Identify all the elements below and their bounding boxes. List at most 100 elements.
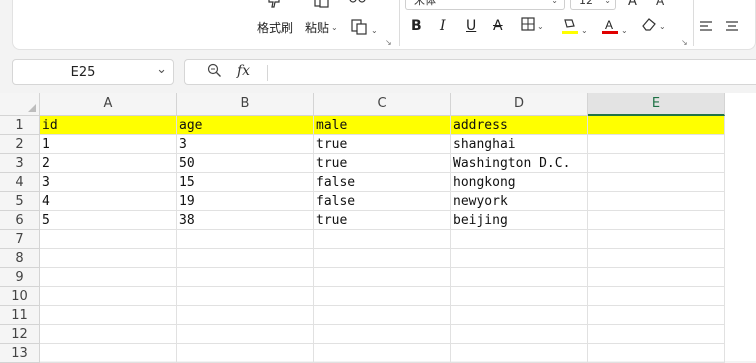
cell-a7[interactable] bbox=[40, 230, 177, 249]
column-header-e[interactable]: E bbox=[588, 93, 725, 116]
cell-e2[interactable] bbox=[588, 135, 725, 154]
column-header-b[interactable]: B bbox=[177, 93, 314, 116]
cell-e4[interactable] bbox=[588, 173, 725, 192]
column-header-d[interactable]: D bbox=[451, 93, 588, 116]
cell-a13[interactable] bbox=[40, 344, 177, 363]
align-left-icon[interactable] bbox=[699, 20, 713, 35]
align-center-icon[interactable] bbox=[725, 20, 739, 35]
cell-a5[interactable]: 4 bbox=[40, 192, 177, 211]
insert-function-icon[interactable]: fx bbox=[237, 63, 250, 79]
row-header-9[interactable]: 9 bbox=[0, 268, 40, 287]
cell-c3[interactable]: true bbox=[314, 154, 451, 173]
cell-c10[interactable] bbox=[314, 287, 451, 306]
cell-c6[interactable]: true bbox=[314, 211, 451, 230]
fill-color-button[interactable]: ⌄ bbox=[561, 17, 588, 40]
dialog-launcher-icon[interactable]: ↘ bbox=[681, 38, 688, 47]
strikethrough-button[interactable]: A bbox=[493, 17, 503, 35]
copy-button[interactable]: ⌄ bbox=[351, 19, 378, 38]
cell-c1[interactable]: male bbox=[314, 116, 451, 135]
cell-e3[interactable] bbox=[588, 154, 725, 173]
cell-a11[interactable] bbox=[40, 306, 177, 325]
cell-d3[interactable]: Washington D.C. bbox=[451, 154, 588, 173]
cell-d4[interactable]: hongkong bbox=[451, 173, 588, 192]
cell-e11[interactable] bbox=[588, 306, 725, 325]
cell-b2[interactable]: 3 bbox=[177, 135, 314, 154]
cell-e10[interactable] bbox=[588, 287, 725, 306]
row-header-4[interactable]: 4 bbox=[0, 173, 40, 192]
dialog-launcher-icon[interactable]: ↘ bbox=[385, 38, 392, 47]
row-header-8[interactable]: 8 bbox=[0, 249, 40, 268]
cell-c2[interactable]: true bbox=[314, 135, 451, 154]
cell-d6[interactable]: beijing bbox=[451, 211, 588, 230]
borders-button[interactable]: ⌄ bbox=[521, 17, 544, 36]
cut-icon[interactable] bbox=[349, 0, 367, 8]
cell-d8[interactable] bbox=[451, 249, 588, 268]
cell-e8[interactable] bbox=[588, 249, 725, 268]
cell-e12[interactable] bbox=[588, 325, 725, 344]
row-header-13[interactable]: 13 bbox=[0, 344, 40, 363]
font-color-button[interactable]: A ⌄ bbox=[601, 17, 628, 40]
cell-a1[interactable]: id bbox=[40, 116, 177, 135]
cell-e6[interactable] bbox=[588, 211, 725, 230]
row-header-11[interactable]: 11 bbox=[0, 306, 40, 325]
underline-button[interactable]: U bbox=[466, 17, 476, 35]
cell-c8[interactable] bbox=[314, 249, 451, 268]
cell-c7[interactable] bbox=[314, 230, 451, 249]
cell-b4[interactable]: 15 bbox=[177, 173, 314, 192]
cell-e1[interactable] bbox=[588, 116, 725, 135]
cell-b1[interactable]: age bbox=[177, 116, 314, 135]
cell-c13[interactable] bbox=[314, 344, 451, 363]
cell-a10[interactable] bbox=[40, 287, 177, 306]
paste-icon[interactable] bbox=[312, 0, 332, 11]
row-header-2[interactable]: 2 bbox=[0, 135, 40, 154]
column-header-a[interactable]: A bbox=[40, 93, 177, 116]
cell-c11[interactable] bbox=[314, 306, 451, 325]
cell-a6[interactable]: 5 bbox=[40, 211, 177, 230]
cell-a2[interactable]: 1 bbox=[40, 135, 177, 154]
cell-b11[interactable] bbox=[177, 306, 314, 325]
cell-b8[interactable] bbox=[177, 249, 314, 268]
cell-c4[interactable]: false bbox=[314, 173, 451, 192]
cell-e5[interactable] bbox=[588, 192, 725, 211]
chevron-down-icon[interactable]: ⌄ bbox=[156, 62, 167, 77]
italic-button[interactable]: I bbox=[440, 17, 446, 35]
cell-b9[interactable] bbox=[177, 268, 314, 287]
cell-d5[interactable]: newyork bbox=[451, 192, 588, 211]
row-header-1[interactable]: 1 bbox=[0, 116, 40, 135]
cell-c12[interactable] bbox=[314, 325, 451, 344]
cell-a9[interactable] bbox=[40, 268, 177, 287]
cell-b13[interactable] bbox=[177, 344, 314, 363]
cell-a4[interactable]: 3 bbox=[40, 173, 177, 192]
row-header-5[interactable]: 5 bbox=[0, 192, 40, 211]
cell-d7[interactable] bbox=[451, 230, 588, 249]
row-header-6[interactable]: 6 bbox=[0, 211, 40, 230]
cell-b6[interactable]: 38 bbox=[177, 211, 314, 230]
cell-d1[interactable]: address bbox=[451, 116, 588, 135]
row-header-10[interactable]: 10 bbox=[0, 287, 40, 306]
grow-font-button[interactable]: A bbox=[628, 0, 637, 8]
cell-b7[interactable] bbox=[177, 230, 314, 249]
cell-d2[interactable]: shanghai bbox=[451, 135, 588, 154]
name-box[interactable]: E25 ⌄ bbox=[12, 59, 174, 85]
cell-c9[interactable] bbox=[314, 268, 451, 287]
font-name-select[interactable]: 宋体 ⌄ bbox=[405, 0, 565, 10]
cell-b5[interactable]: 19 bbox=[177, 192, 314, 211]
cell-a12[interactable] bbox=[40, 325, 177, 344]
font-size-select[interactable]: 12 ⌄ bbox=[570, 0, 616, 10]
cell-d11[interactable] bbox=[451, 306, 588, 325]
row-header-12[interactable]: 12 bbox=[0, 325, 40, 344]
formula-bar[interactable]: fx bbox=[184, 59, 756, 85]
bold-button[interactable]: B bbox=[411, 17, 422, 35]
shrink-font-button[interactable]: A bbox=[656, 0, 664, 7]
cell-c5[interactable]: false bbox=[314, 192, 451, 211]
cell-a3[interactable]: 2 bbox=[40, 154, 177, 173]
cell-b12[interactable] bbox=[177, 325, 314, 344]
cell-b3[interactable]: 50 bbox=[177, 154, 314, 173]
row-header-7[interactable]: 7 bbox=[0, 230, 40, 249]
cell-a8[interactable] bbox=[40, 249, 177, 268]
cell-e13[interactable] bbox=[588, 344, 725, 363]
cell-d9[interactable] bbox=[451, 268, 588, 287]
paste-button[interactable]: 粘贴 ⌄ bbox=[305, 19, 338, 36]
cell-d12[interactable] bbox=[451, 325, 588, 344]
zoom-icon[interactable] bbox=[207, 63, 222, 82]
